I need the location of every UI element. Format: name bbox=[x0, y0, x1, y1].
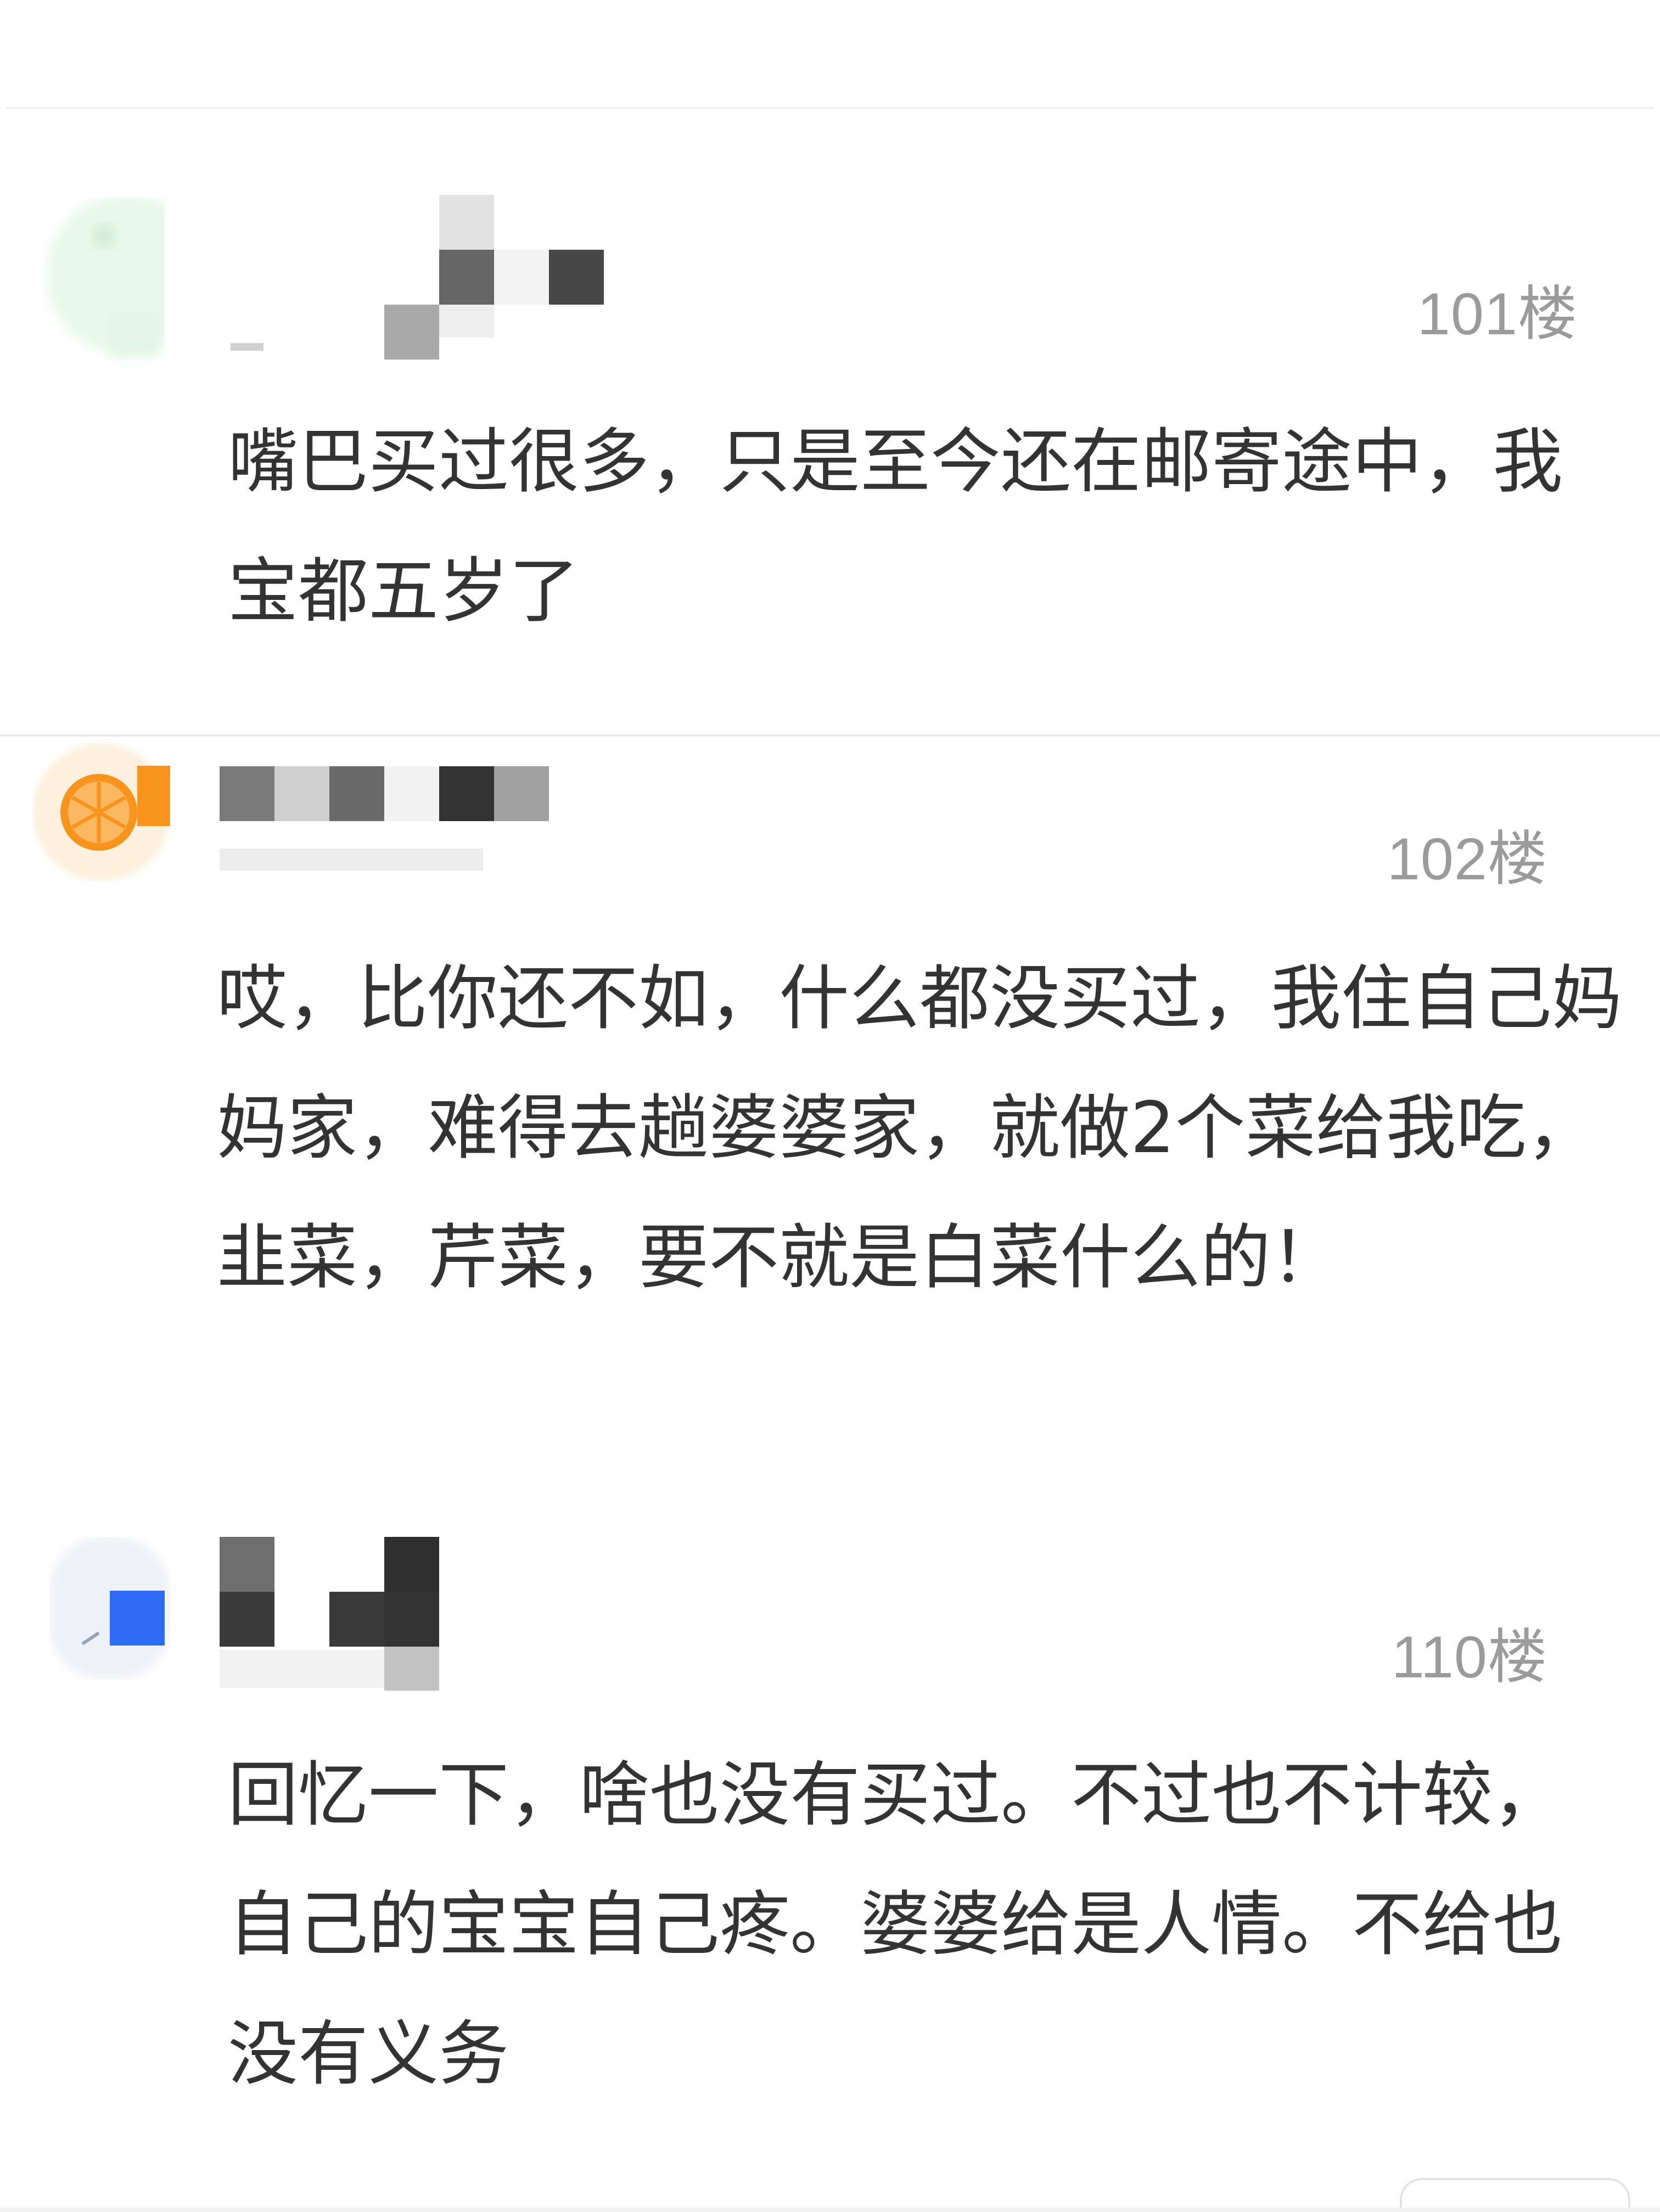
floor-number: 101楼 bbox=[1417, 280, 1578, 349]
comment-text: 哎，比你还不如，什么都没买过，我住自己妈妈家，难得去趟婆婆家，就做2个菜给我吃，… bbox=[217, 958, 1623, 1299]
bottom-action-pill[interactable] bbox=[1400, 2178, 1630, 2211]
comment-separator bbox=[0, 734, 1660, 737]
orange-slice-avatar-icon[interactable] bbox=[33, 738, 170, 881]
floor-number: 110楼 bbox=[1391, 1623, 1547, 1692]
bottom-divider bbox=[0, 2208, 1660, 2212]
top-divider bbox=[5, 107, 1655, 109]
comment-text: 回忆一下，啥也没有买过。不过也不计较，自己的宝宝自己疼。婆婆给是人情。不给也没有… bbox=[228, 1754, 1563, 2095]
comment-text: 嘴巴买过很多，只是至今还在邮寄途中，我宝都五岁了 bbox=[228, 421, 1563, 632]
pale-green-blurred-avatar-icon[interactable] bbox=[44, 198, 165, 362]
blue-square-avatar-icon[interactable] bbox=[49, 1537, 170, 1680]
floor-number: 102楼 bbox=[1387, 825, 1547, 894]
